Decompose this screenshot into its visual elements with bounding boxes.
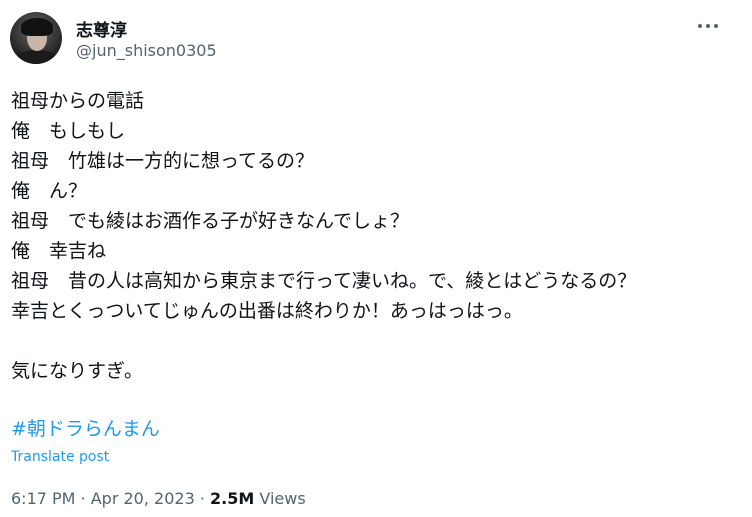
tweet-line: 気になりすぎ。 [11,360,144,382]
avatar-shoulders [14,50,60,64]
tweet-line: 俺 幸吉ね [11,240,107,262]
tweet-line: 祖母からの電話 [11,90,145,112]
views-label: Views [254,489,306,508]
tweet-time[interactable]: 6:17 PM [11,489,75,508]
tweet-line: 俺 もしもし [11,120,126,142]
tweet-meta: 6:17 PM · Apr 20, 2023 · 2.5M Views [11,489,306,508]
meta-separator: · [75,489,91,508]
more-dots-icon [714,24,718,28]
tweet-card: 志尊淳 @jun_shison0305 祖母からの電話 俺 もしもし 祖母 竹雄… [0,0,752,517]
avatar-hair [21,18,53,36]
translate-post-link[interactable]: Translate post [11,449,109,465]
avatar[interactable] [10,12,62,64]
more-dots-icon [706,24,710,28]
hashtag-link[interactable]: #朝ドラらんまん [11,414,160,444]
tweet-text: 祖母からの電話 俺 もしもし 祖母 竹雄は一方的に想ってるの？ 俺 ん？ 祖母 … [11,86,741,386]
tweet-line: 祖母 竹雄は一方的に想ってるの？ [11,150,315,172]
more-dots-icon [698,24,702,28]
author-handle[interactable]: @jun_shison0305 [76,41,217,60]
tweet-line: 祖母 でも綾はお酒作る子が好きなんでしょ？ [11,210,410,232]
tweet-line: 俺 ん？ [11,180,88,202]
author-display-name[interactable]: 志尊淳 [76,16,127,41]
more-options-button[interactable] [694,16,722,36]
views-count[interactable]: 2.5M [210,489,254,508]
tweet-line: 祖母 昔の人は高知から東京まで行って凄いね。で、綾とはどうなるの？ [11,270,637,292]
meta-separator: · [194,489,211,508]
tweet-line: 幸吉とくっついてじゅんの出番は終わりか！あっはっはっ。 [11,300,523,322]
tweet-date[interactable]: Apr 20, 2023 [91,489,195,508]
